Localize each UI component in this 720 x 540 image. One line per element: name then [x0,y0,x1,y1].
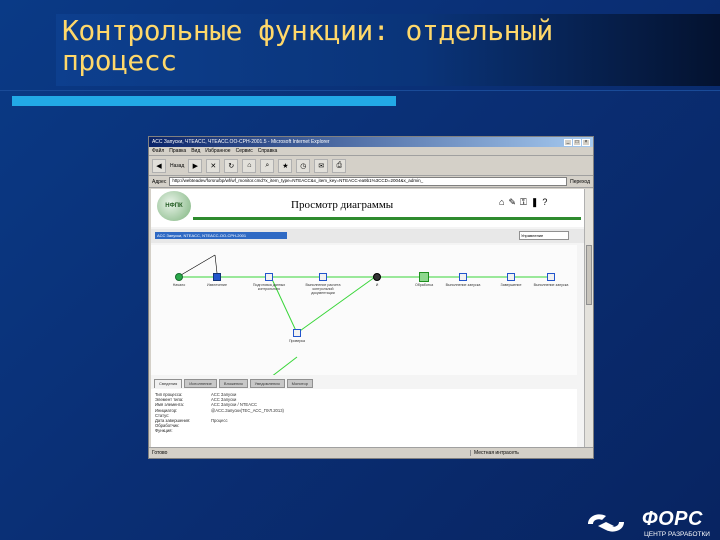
go-button[interactable]: Переход [570,179,590,185]
menu-bar: Файл Правка Вид Избранное Сервис Справка [149,147,593,156]
node-label: Завершение [500,283,522,287]
page-content: НФПК Просмотр диаграммы ⌂ ✎ ⚿ ❚ ? АСС За… [151,189,585,447]
menu-view[interactable]: Вид [191,148,200,154]
node-extract[interactable] [213,273,221,281]
slide-title: Контрольные функции: отдельный процесс [62,16,662,76]
tab-notifications[interactable]: Уведомления [249,379,285,388]
view-select[interactable]: Управление [519,231,569,240]
page-heading: Просмотр диаграммы [291,199,394,211]
address-bar: Адрес http://webteadev/forsru/bp/wf/wf_m… [149,176,593,188]
minimize-button[interactable]: _ [564,138,572,146]
node-label: Выполнение расчета контрольной документа… [305,283,341,295]
page-header: НФПК Просмотр диаграммы ⌂ ✎ ⚿ ❚ ? [151,189,585,227]
brand-name: ФОРС [642,508,703,530]
maximize-button[interactable]: □ [573,138,581,146]
node-label: Выполнение запуска [445,283,481,287]
key-icon[interactable]: ⚿ [520,197,527,208]
menu-edit[interactable]: Правка [169,148,186,154]
back-label[interactable]: Назад [170,163,184,169]
window-titlebar[interactable]: АСС Запуски, ЧТЕАСС, ЧТЕАСС.ОО-СРН-2001.… [149,137,593,147]
node-label: Выполнение запуска [533,283,569,287]
accent-line [0,90,720,91]
menu-tools[interactable]: Сервис [236,148,253,154]
node-label: Обработка [414,283,434,287]
status-bar: Готово Местная интрасеть [149,447,593,458]
tab-attachments[interactable]: Вложения [218,379,248,388]
node-check[interactable] [293,329,301,337]
menu-file[interactable]: Файл [152,148,164,154]
tab-details[interactable]: Сведения [154,379,183,388]
node-calc[interactable] [319,273,327,281]
favorites-icon[interactable]: ★ [278,158,293,173]
breadcrumb-row: АСС Запуски, NTEACC, NTEACC-OO-СРН-2001 … [151,229,585,243]
home-icon[interactable]: ⌂ [242,158,257,173]
mail-icon[interactable]: ✉ [314,158,329,173]
browser-window: АСС Запуски, ЧТЕАСС, ЧТЕАСС.ОО-СРН-2001.… [148,136,594,459]
history-icon[interactable]: ◷ [296,158,311,173]
node-label: Извлечение [207,283,227,287]
fors-mark-icon [588,514,624,532]
properties-panel: Тип процесса: АСС Запуски Элемент типа: АС… [151,389,577,447]
brand-subtitle: ЦЕНТР РАЗРАБОТКИ [644,531,710,538]
slide-title-line1: Контрольные функции: отдельный [62,14,553,47]
header-icons: ⌂ ✎ ⚿ ❚ ? [499,197,547,208]
diagram-edges [180,254,549,375]
toolbar: ◀ Назад ▶ ✕ ↻ ⌂ ⌕ ★ ◷ ✉ ⎙ [149,156,593,176]
node-finish[interactable] [507,273,515,281]
node-start[interactable] [175,273,183,281]
nfpk-logo: НФПК [157,191,191,221]
address-input[interactable]: http://webteadev/forsru/bp/wf/wf_monitor… [169,177,568,186]
node-label: И [375,283,379,287]
node-and[interactable] [373,273,381,281]
node-launch[interactable] [459,273,467,281]
forward-icon[interactable]: ▶ [188,158,203,173]
fors-logo: ФОРС ЦЕНТР РАЗРАБОТКИ [584,508,720,540]
address-label: Адрес [152,178,167,185]
print-icon[interactable]: ⎙ [332,158,347,173]
bookmark-icon[interactable]: ❚ [531,197,539,208]
detail-tabs: Сведения Исполнение Вложения Уведомления… [151,379,577,389]
home-icon[interactable]: ⌂ [499,197,504,208]
node-label: Начало [172,283,186,287]
breadcrumb[interactable]: АСС Запуски, NTEACC, NTEACC-OO-СРН-2001 [155,232,287,239]
search-icon[interactable]: ⌕ [260,158,275,173]
menu-favorites[interactable]: Избранное [205,148,230,154]
edit-icon[interactable]: ✎ [508,197,516,208]
stop-icon[interactable]: ✕ [206,158,221,173]
prop-row: Функция: [155,428,173,434]
window-title: АСС Запуски, ЧТЕАСС, ЧТЕАСС.ОО-СРН-2001.… [152,139,330,145]
scrollbar-thumb[interactable] [586,245,592,305]
vertical-scrollbar[interactable] [584,189,593,447]
menu-help[interactable]: Справка [258,148,278,154]
process-diagram: Начало Извлечение Подготовка данных конт… [151,245,577,375]
help-icon[interactable]: ? [542,197,547,208]
back-icon[interactable]: ◀ [152,158,166,173]
header-green-line [193,217,581,220]
zone-text: Местная интрасеть [470,450,590,456]
accent-bar [12,96,396,106]
node-label: Подготовка данных контрольного [252,283,286,291]
tab-execution[interactable]: Исполнение [184,379,217,388]
node-label: Проверка [288,339,306,343]
refresh-icon[interactable]: ↻ [224,158,239,173]
status-text: Готово [152,450,168,456]
tab-monitor[interactable]: Монитор [286,379,313,388]
node-prepare[interactable] [265,273,273,281]
node-processing[interactable] [419,272,429,282]
slide-title-line2: процесс [62,44,177,77]
node-final-launch[interactable] [547,273,555,281]
close-button[interactable]: × [582,138,590,146]
logo-text: НФПК [165,203,183,209]
